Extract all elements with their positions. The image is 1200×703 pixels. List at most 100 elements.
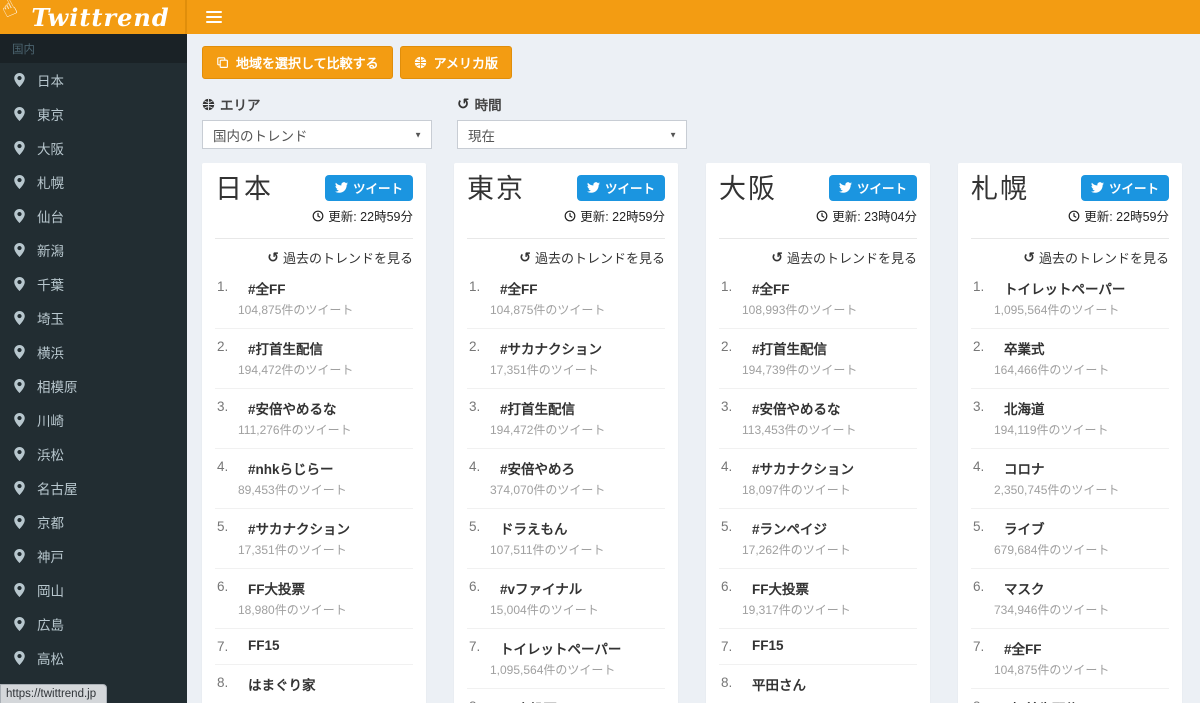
- sidebar-item-city[interactable]: 大阪: [0, 131, 187, 165]
- trend-name-link[interactable]: #安倍やめろ: [500, 458, 663, 478]
- toolbar: 地域を選択して比較する アメリカ版: [202, 46, 1185, 79]
- trend-name-link[interactable]: #ランペイジ: [752, 518, 915, 538]
- hamburger-icon: [206, 11, 222, 13]
- trend-count: 17,351件のツイート: [238, 543, 347, 557]
- card-title: 日本: [215, 174, 273, 204]
- sidebar-item-label: 神戸: [37, 550, 64, 565]
- trend-name-link[interactable]: FF15: [248, 638, 411, 653]
- twitter-bird-icon: [838, 182, 852, 193]
- sidebar-item-city[interactable]: 浜松: [0, 437, 187, 471]
- trend-name-link[interactable]: #vファイナル: [500, 578, 663, 598]
- tweet-button[interactable]: ツイート: [828, 175, 917, 201]
- trend-count: 734,946件のツイート: [994, 603, 1110, 617]
- sidebar-item-city[interactable]: 名古屋: [0, 471, 187, 505]
- sidebar-item-city[interactable]: 川崎: [0, 403, 187, 437]
- sidebar-toggle-button[interactable]: [200, 5, 228, 29]
- trend-name-link[interactable]: ドラえもん: [500, 518, 663, 538]
- trend-name-link[interactable]: FF15: [752, 638, 915, 653]
- past-trends-link[interactable]: ↺ 過去のトレンドを見る: [971, 248, 1169, 267]
- trend-name-link[interactable]: トイレットペーパー: [500, 638, 663, 658]
- trend-row: 6. マスク 734,946件のツイート: [971, 569, 1169, 629]
- sidebar-item-city[interactable]: 埼玉: [0, 301, 187, 335]
- globe-icon: [202, 98, 215, 110]
- trend-name-link[interactable]: はまぐり家: [248, 674, 411, 694]
- trend-count: 104,875件のツイート: [490, 303, 606, 317]
- sidebar-item-city[interactable]: 日本: [0, 63, 187, 97]
- trend-count: 194,739件のツイート: [742, 363, 858, 377]
- trend-count: 194,119件のツイート: [994, 423, 1109, 437]
- trend-name-link[interactable]: #安倍やめるな: [248, 398, 411, 418]
- trend-name-link[interactable]: #サカナクション: [248, 518, 411, 538]
- sidebar-item-city[interactable]: 札幌: [0, 165, 187, 199]
- trend-name-link[interactable]: #全FF: [752, 278, 915, 298]
- trend-name-link[interactable]: #打首生配信: [500, 398, 663, 418]
- tweet-button[interactable]: ツイート: [324, 175, 413, 201]
- sidebar-item-city[interactable]: 高松: [0, 641, 187, 675]
- trend-count: 2,350,745件のツイート: [994, 483, 1120, 497]
- trend-row: 4. #安倍やめろ 374,070件のツイート: [467, 449, 665, 509]
- trend-row: 4. コロナ 2,350,745件のツイート: [971, 449, 1169, 509]
- sidebar-item-city[interactable]: 広島: [0, 607, 187, 641]
- trend-name-link[interactable]: #安倍やめるな: [752, 398, 915, 418]
- trend-row: 7. #全FF 104,875件のツイート: [971, 629, 1169, 689]
- clock-icon: [564, 210, 576, 221]
- trend-row: 1. #全FF 108,993件のツイート: [719, 269, 917, 329]
- sidebar-item-city[interactable]: 神戸: [0, 539, 187, 573]
- trend-row: 1. トイレットペーパー 1,095,564件のツイート: [971, 269, 1169, 329]
- sidebar-item-city[interactable]: 京都: [0, 505, 187, 539]
- trend-name-link[interactable]: 平田さん: [752, 674, 915, 694]
- divider: [971, 238, 1169, 239]
- trend-name-link[interactable]: コロナ: [1004, 458, 1167, 478]
- sidebar-item-city[interactable]: 仙台: [0, 199, 187, 233]
- trend-name-link[interactable]: #打首生配信: [752, 338, 915, 358]
- trend-row: 2. #打首生配信 194,739件のツイート: [719, 329, 917, 389]
- past-trends-link[interactable]: ↺ 過去のトレンドを見る: [719, 248, 917, 267]
- area-select[interactable]: 国内のトレンド ▼: [202, 120, 432, 149]
- trend-row: 4. #nhkらじらー 89,453件のツイート: [215, 449, 413, 509]
- trend-name-link[interactable]: #打首生配信: [248, 338, 411, 358]
- divider: [215, 238, 413, 239]
- trend-name-link[interactable]: FF大投票: [248, 578, 411, 598]
- trend-row: 3. #安倍やめるな 113,453件のツイート: [719, 389, 917, 449]
- tweet-button[interactable]: ツイート: [1080, 175, 1169, 201]
- trend-name-link[interactable]: #全FF: [1004, 638, 1167, 658]
- sidebar-item-city[interactable]: 千葉: [0, 267, 187, 301]
- trend-rank: 7.: [721, 639, 733, 654]
- sidebar-item-city[interactable]: 新潟: [0, 233, 187, 267]
- sidebar-section-domestic: 国内: [0, 34, 187, 63]
- past-trends-link[interactable]: ↺ 過去のトレンドを見る: [467, 248, 665, 267]
- trend-count: 679,684件のツイート: [994, 543, 1110, 557]
- trend-rank: 8.: [469, 698, 495, 703]
- trend-name-link[interactable]: FF大投票: [500, 698, 663, 703]
- trend-count: 17,262件のツイート: [742, 543, 851, 557]
- trend-name-link[interactable]: #サカナクション: [500, 338, 663, 358]
- map-marker-icon: [14, 107, 25, 121]
- tweet-button[interactable]: ツイート: [576, 175, 665, 201]
- trend-row: 6. FF大投票 19,317件のツイート: [719, 569, 917, 629]
- trend-name-link[interactable]: #全FF: [248, 278, 411, 298]
- sidebar-item-city[interactable]: 岡山: [0, 573, 187, 607]
- compare-regions-button[interactable]: 地域を選択して比較する: [202, 46, 393, 79]
- trend-name-link[interactable]: #サカナクション: [752, 458, 915, 478]
- trend-name-link[interactable]: #nhkらじらー: [248, 458, 411, 478]
- sidebar-item-city[interactable]: 横浜: [0, 335, 187, 369]
- trend-row: 7. FF15: [215, 629, 413, 665]
- trend-name-link[interactable]: #打首生配信: [1004, 698, 1167, 703]
- trend-name-link[interactable]: #全FF: [500, 278, 663, 298]
- trend-name-link[interactable]: 北海道: [1004, 398, 1167, 418]
- past-trends-link[interactable]: ↺ 過去のトレンドを見る: [215, 248, 413, 267]
- trend-name-link[interactable]: FF大投票: [752, 578, 915, 598]
- trend-row: 6. #vファイナル 15,004件のツイート: [467, 569, 665, 629]
- trend-row: 1. #全FF 104,875件のツイート: [467, 269, 665, 329]
- sidebar-item-city[interactable]: 相模原: [0, 369, 187, 403]
- trend-name-link[interactable]: ライブ: [1004, 518, 1167, 538]
- trend-name-link[interactable]: トイレットペーパー: [1004, 278, 1167, 298]
- trend-row: 6. FF大投票 18,980件のツイート: [215, 569, 413, 629]
- clock-icon: [312, 210, 324, 221]
- usa-version-button[interactable]: アメリカ版: [399, 46, 512, 79]
- trend-name-link[interactable]: マスク: [1004, 578, 1167, 598]
- trend-name-link[interactable]: 卒業式: [1004, 338, 1167, 358]
- sidebar-item-city[interactable]: 東京: [0, 97, 187, 131]
- logo[interactable]: ☝ Twittrend: [0, 0, 187, 34]
- time-select[interactable]: 現在 ▼: [457, 120, 687, 149]
